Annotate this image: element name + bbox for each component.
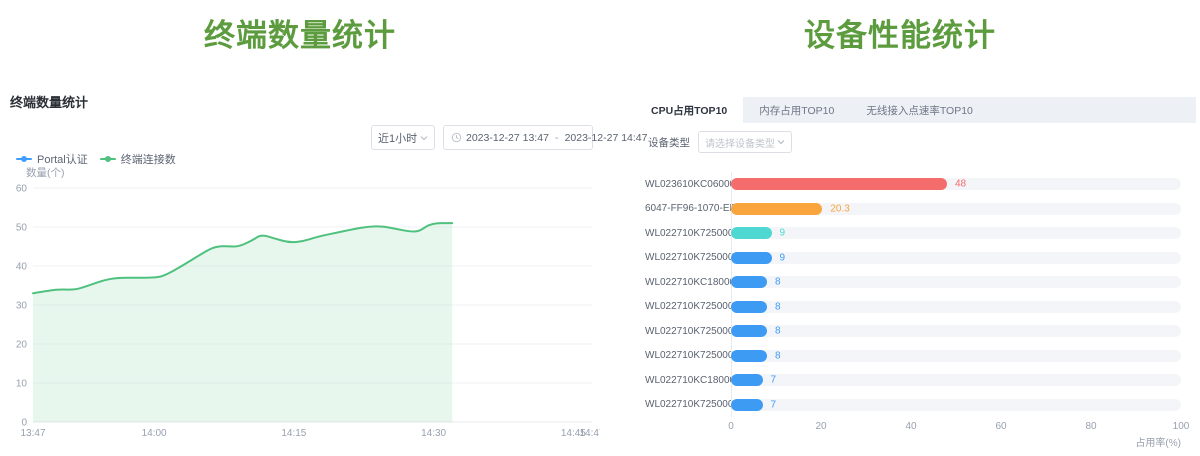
clock-icon <box>451 132 462 143</box>
bar-value-label: 7 <box>771 399 777 410</box>
time-range-value: 近1小时 <box>378 130 417 146</box>
bar-value-label: 8 <box>775 326 781 337</box>
tab-cpu-top10[interactable]: CPU占用TOP10 <box>635 97 743 123</box>
svg-text:50: 50 <box>16 223 28 234</box>
device-name-label: WL022710KC18000280 <box>645 277 726 288</box>
bar-row: WL022710K725000102 9 <box>645 221 1181 246</box>
bar-axis-tick: 20 <box>815 421 826 432</box>
bar-axis-tick: 40 <box>905 421 916 432</box>
svg-text:14:15: 14:15 <box>281 428 306 439</box>
bar-chart-x-axis: 020406080100 <box>731 421 1181 435</box>
bar-value-label: 20.3 <box>830 203 849 214</box>
bar-row: WL022710K725000369 8 <box>645 344 1181 369</box>
bar-track: 20.3 <box>731 203 1181 215</box>
bar-fill[interactable] <box>731 276 767 288</box>
date-range-separator: - <box>553 132 561 144</box>
svg-text:13:47: 13:47 <box>20 428 45 439</box>
device-performance-heading: 设备性能统计 <box>600 10 1200 55</box>
bar-track: 9 <box>731 227 1181 239</box>
date-range-start: 2023-12-27 13:47 <box>466 132 549 144</box>
bar-axis-tick: 0 <box>728 421 734 432</box>
bar-axis-tick: 80 <box>1085 421 1096 432</box>
device-type-placeholder: 请选择设备类型 <box>705 135 775 150</box>
svg-text:30: 30 <box>16 301 28 312</box>
bar-track: 7 <box>731 399 1181 411</box>
bar-track: 7 <box>731 374 1181 386</box>
bar-axis-tick: 60 <box>995 421 1006 432</box>
bar-fill[interactable] <box>731 227 772 239</box>
bar-track: 8 <box>731 276 1181 288</box>
bar-fill[interactable] <box>731 301 767 313</box>
tab-memory-top10[interactable]: 内存占用TOP10 <box>743 97 850 123</box>
bar-row: WL022710KC18000372 7 <box>645 368 1181 393</box>
bar-value-label: 8 <box>775 301 781 312</box>
bar-track: 48 <box>731 178 1181 190</box>
bar-row: WL022710K725000470 7 <box>645 393 1181 418</box>
date-range-end: 2023-12-27 14:47 <box>565 132 648 144</box>
bar-fill[interactable] <box>731 374 763 386</box>
bar-row: WL022710KC18000280 8 <box>645 270 1181 295</box>
chevron-down-icon <box>420 134 428 142</box>
svg-text:60: 60 <box>16 184 28 195</box>
time-range-select[interactable]: 近1小时 <box>371 125 435 150</box>
device-name-label: WL022710K725000102 <box>645 228 726 239</box>
bar-value-label: 48 <box>955 179 966 190</box>
device-name-label: WL023610KC06000043 <box>645 179 726 190</box>
bar-fill[interactable] <box>731 203 822 215</box>
bar-row: WL022710K725000409 9 <box>645 246 1181 271</box>
chevron-down-icon <box>777 138 785 146</box>
date-range-picker[interactable]: 2023-12-27 13:47 - 2023-12-27 14:47 <box>443 125 593 150</box>
bar-row: WL022710K725000307 8 <box>645 319 1181 344</box>
bar-fill[interactable] <box>731 178 947 190</box>
svg-text:14:00: 14:00 <box>142 428 167 439</box>
bar-axis-tick: 100 <box>1173 421 1190 432</box>
device-name-label: WL022710K725000369 <box>645 350 726 361</box>
bar-value-label: 8 <box>775 277 781 288</box>
svg-text:0: 0 <box>21 418 27 429</box>
bar-value-label: 9 <box>780 228 786 239</box>
tab-ap-rate-top10[interactable]: 无线接入点速率TOP10 <box>850 97 989 123</box>
svg-text:数量(个): 数量(个) <box>26 166 65 179</box>
bar-track: 8 <box>731 301 1181 313</box>
cpu-top10-bar-chart: WL023610KC06000043 48 6047-FF96-1070-EF0… <box>645 172 1181 435</box>
device-name-label: WL022710KC18000372 <box>645 375 726 386</box>
svg-text:14:47: 14:47 <box>579 428 600 439</box>
bar-value-label: 8 <box>775 350 781 361</box>
device-name-label: WL022710K725000272 <box>645 301 726 312</box>
device-type-label: 设备类型 <box>648 135 690 150</box>
bar-fill[interactable] <box>731 325 767 337</box>
performance-tabs: CPU占用TOP10 内存占用TOP10 无线接入点速率TOP10 <box>635 97 1196 123</box>
bar-track: 9 <box>731 252 1181 264</box>
device-name-label: 6047-FF96-1070-EF0A <box>645 203 726 214</box>
bar-chart-x-axis-label: 占用率(%) <box>1135 434 1181 449</box>
terminal-count-heading: 终端数量统计 <box>0 10 600 55</box>
device-name-label: WL022710K725000409 <box>645 252 726 263</box>
device-type-select[interactable]: 请选择设备类型 <box>698 131 792 153</box>
bar-row: 6047-FF96-1070-EF0A 20.3 <box>645 197 1181 222</box>
bar-track: 8 <box>731 350 1181 362</box>
bar-value-label: 9 <box>780 252 786 263</box>
device-name-label: WL022710K725000470 <box>645 399 726 410</box>
bar-row: WL022710K725000272 8 <box>645 295 1181 320</box>
bar-track: 8 <box>731 325 1181 337</box>
svg-text:10: 10 <box>16 379 28 390</box>
terminal-count-line-chart: 数量(个) 0 10 20 30 40 50 60 13:47 14:00 14:15 14:30 14… <box>0 160 600 450</box>
device-type-row: 设备类型 请选择设备类型 <box>648 131 792 153</box>
bar-fill[interactable] <box>731 252 772 264</box>
bar-row: WL023610KC06000043 48 <box>645 172 1181 197</box>
dashboard: 终端数量统计 终端数量统计 近1小时 2023-12-27 13:47 - 20… <box>0 0 1200 456</box>
bar-fill[interactable] <box>731 350 767 362</box>
svg-text:14:30: 14:30 <box>421 428 446 439</box>
svg-text:20: 20 <box>16 340 28 351</box>
svg-text:40: 40 <box>16 262 28 273</box>
bar-fill[interactable] <box>731 399 763 411</box>
bar-value-label: 7 <box>771 375 777 386</box>
terminal-chart-title: 终端数量统计 <box>10 92 88 111</box>
device-name-label: WL022710K725000307 <box>645 326 726 337</box>
